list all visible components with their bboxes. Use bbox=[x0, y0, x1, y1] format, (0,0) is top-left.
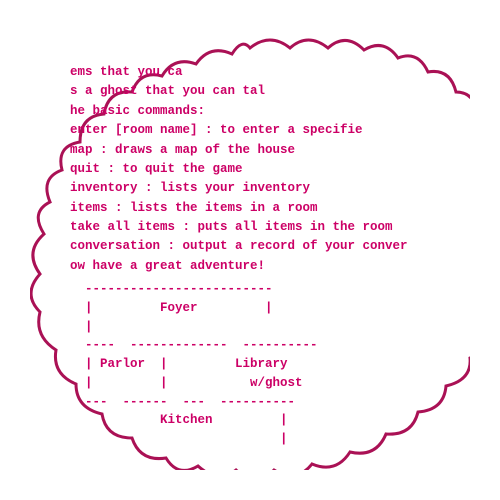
terminal-line-1: ems that you ca bbox=[70, 63, 430, 82]
terminal-line-4: enter [room name] : to enter a specifie bbox=[70, 121, 430, 140]
terminal-line-5: map : draws a map of the house bbox=[70, 141, 430, 160]
terminal-output: ems that you ca s a ghost that you can t… bbox=[60, 55, 440, 445]
terminal-line-7: inventory : lists your inventory bbox=[70, 179, 430, 198]
terminal-line-11: ow have a great adventure! bbox=[70, 257, 430, 276]
terminal-line-3: he basic commands: bbox=[70, 102, 430, 121]
main-container: ems that you ca s a ghost that you can t… bbox=[30, 30, 470, 470]
map-display: ------------------------- | Foyer | | --… bbox=[70, 280, 430, 445]
terminal-line-2: s a ghost that you can tal bbox=[70, 82, 430, 101]
terminal-line-9: take all items : puts all items in the r… bbox=[70, 218, 430, 237]
terminal-line-6: quit : to quit the game bbox=[70, 160, 430, 179]
terminal-line-10: conversation : output a record of your c… bbox=[70, 237, 430, 256]
terminal-line-8: items : lists the items in a room bbox=[70, 199, 430, 218]
